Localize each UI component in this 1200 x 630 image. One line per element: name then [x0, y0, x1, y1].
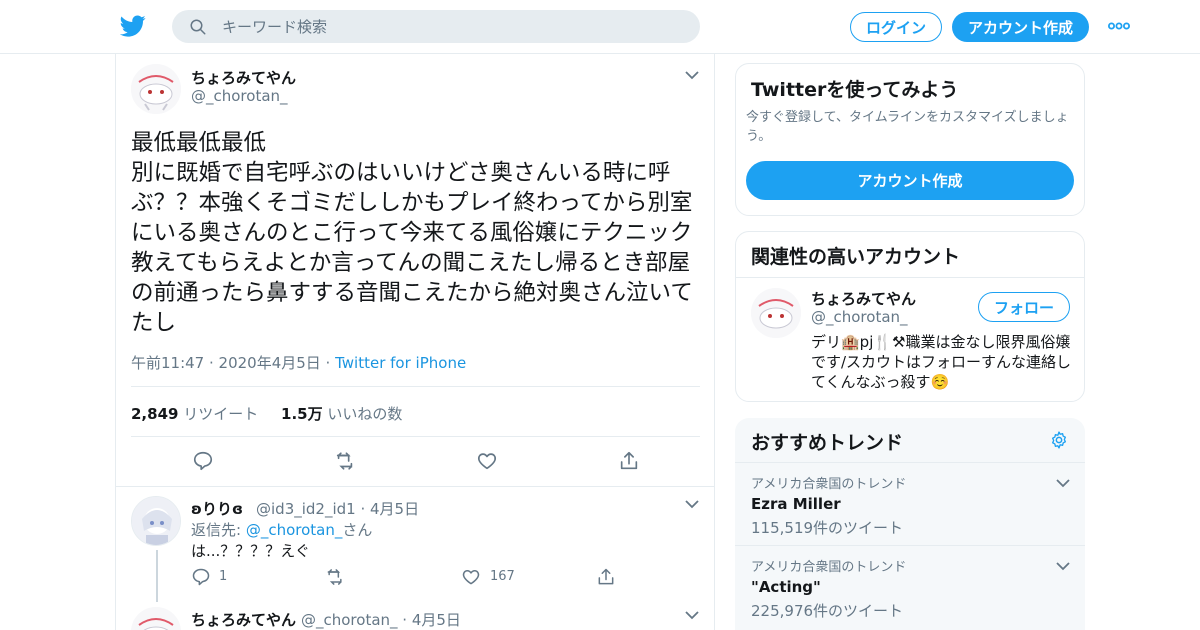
trend-context: アメリカ合衆国のトレンド	[751, 477, 907, 492]
next-reply-author-handle-and-date[interactable]: @_chorotan_ · 4月5日	[301, 609, 461, 630]
divider	[131, 386, 700, 387]
like-count: 1.5万	[281, 405, 323, 423]
avatar-character-image	[751, 288, 801, 338]
reply-to-prefix: 返信先:	[191, 521, 246, 539]
avatar[interactable]	[131, 64, 181, 114]
avatar-character-image	[132, 497, 180, 545]
like-heart-icon[interactable]	[461, 567, 481, 587]
like-stat-label: いいねの数	[327, 405, 403, 423]
author-display-name[interactable]: ちょろみてやん	[191, 67, 296, 88]
reply-author-handle-and-date[interactable]: @id3_id2_id1 · 4月5日	[256, 498, 419, 519]
search-box[interactable]	[172, 10, 700, 43]
chevron-down-icon[interactable]	[685, 70, 699, 80]
like-heart-icon[interactable]	[476, 450, 498, 472]
reply-like-count: 167	[490, 569, 515, 584]
related-account-handle[interactable]: @_chorotan_	[811, 308, 908, 326]
next-reply-author-handle[interactable]: @_chorotan_	[301, 611, 398, 629]
retweet-icon[interactable]	[334, 450, 356, 472]
more-options-icon[interactable]	[1108, 18, 1130, 34]
trend-item[interactable]: アメリカ合衆国のトレンド Ezra Miller 115,519件のツイート	[735, 462, 1085, 545]
reply-text: は...？？？？えぐ	[191, 542, 310, 560]
login-button[interactable]: ログイン	[850, 12, 942, 42]
signup-card-description: 今すぐ登録して、タイムラインをカスタマイズしましょう。	[746, 110, 1069, 144]
trend-tweet-count: 115,519件のツイート	[751, 519, 904, 537]
chevron-down-icon[interactable]	[685, 610, 699, 620]
trends-title: おすすめトレンド	[751, 432, 904, 454]
retweet-stat-label: リツイート	[183, 405, 259, 423]
signup-card-button[interactable]: アカウント作成	[746, 161, 1074, 200]
reply-author-handle[interactable]: @id3_id2_id1	[256, 500, 356, 518]
reply-to-handle-link[interactable]: @_chorotan_	[246, 521, 343, 539]
next-reply-date[interactable]: · 4月5日	[398, 611, 461, 629]
main-timeline-column: ちょろみてやん @_chorotan_ 最低最低最低 別に既婚で自宅呼ぶのはいい…	[115, 54, 715, 630]
signup-card-title: Twitterを使ってみよう	[751, 79, 959, 101]
trend-name: Ezra Miller	[751, 495, 841, 513]
avatar-character-image	[131, 64, 181, 114]
search-icon	[190, 19, 206, 35]
share-icon[interactable]	[596, 567, 616, 587]
settings-gear-icon[interactable]	[1049, 430, 1069, 450]
tweet-stats: 2,849 リツイート 1.5万 いいねの数	[131, 403, 402, 424]
author-handle[interactable]: @_chorotan_	[191, 87, 288, 105]
trend-context: アメリカ合衆国のトレンド	[751, 560, 907, 575]
share-icon[interactable]	[618, 450, 640, 472]
trend-tweet-count: 225,976件のツイート	[751, 602, 904, 620]
retweet-icon[interactable]	[325, 567, 345, 587]
tweet-timestamp: 午前11:47 · 2020年4月5日 · Twitter for iPhone	[131, 352, 466, 373]
avatar[interactable]	[131, 496, 181, 546]
signup-button[interactable]: アカウント作成	[952, 12, 1089, 42]
tweet-source-link[interactable]: Twitter for iPhone	[335, 354, 466, 372]
reply-date[interactable]: · 4月5日	[356, 500, 419, 518]
reply-to-suffix: さん	[342, 521, 373, 539]
related-account-bio: デリ🏨pj🍴⚒職業は金なし限界風俗嬢です/スカウトはフォローすんな連絡してくんな…	[811, 333, 1072, 391]
related-account-display-name[interactable]: ちょろみてやん	[811, 288, 916, 309]
chevron-down-icon[interactable]	[685, 499, 699, 509]
retweet-count: 2,849	[131, 405, 179, 423]
signup-card: Twitterを使ってみよう 今すぐ登録して、タイムラインをカスタマイズしましょ…	[735, 63, 1085, 216]
trend-name: "Acting"	[751, 578, 821, 596]
trends-panel: おすすめトレンド アメリカ合衆国のトレンド Ezra Miller 115,51…	[735, 418, 1085, 630]
twitter-bird-logo-icon[interactable]	[120, 13, 146, 39]
tweet-time[interactable]: 午前11:47 · 2020年4月5日 ·	[131, 354, 335, 372]
follow-button[interactable]: フォロー	[978, 292, 1070, 322]
avatar[interactable]	[751, 288, 801, 338]
tweet-text: 最低最低最低 別に既婚で自宅呼ぶのはいいけどさ奥さんいる時に呼ぶ？？本強くそゴミ…	[131, 130, 693, 336]
search-input[interactable]	[222, 10, 682, 43]
reply-author-display-name[interactable]: ʚりりɞ	[191, 498, 243, 519]
reply-icon[interactable]	[192, 450, 214, 472]
next-reply-author-display-name[interactable]: ちょろみてやん	[191, 609, 296, 630]
related-accounts-card: 関連性の高いアカウント ちょろみてやん @_chorotan_ フォロー デリ🏨…	[735, 231, 1085, 402]
retweet-stat[interactable]: 2,849 リツイート	[131, 405, 258, 423]
reply-to-line: 返信先: @_chorotan_さん	[191, 519, 372, 540]
reply-reply-count: 1	[219, 569, 228, 584]
related-accounts-title: 関連性の高いアカウント	[751, 246, 961, 268]
chevron-down-icon[interactable]	[1056, 478, 1070, 488]
chevron-down-icon[interactable]	[1056, 561, 1070, 571]
top-nav-bar: ログイン アカウント作成	[0, 0, 1200, 54]
divider	[131, 436, 700, 437]
reply-icon[interactable]	[191, 567, 211, 587]
divider	[736, 277, 1084, 278]
thread-connector-line	[156, 550, 158, 602]
trend-item[interactable]: アメリカ合衆国のトレンド "Acting" 225,976件のツイート	[735, 545, 1085, 628]
like-stat[interactable]: 1.5万 いいねの数	[281, 405, 402, 423]
